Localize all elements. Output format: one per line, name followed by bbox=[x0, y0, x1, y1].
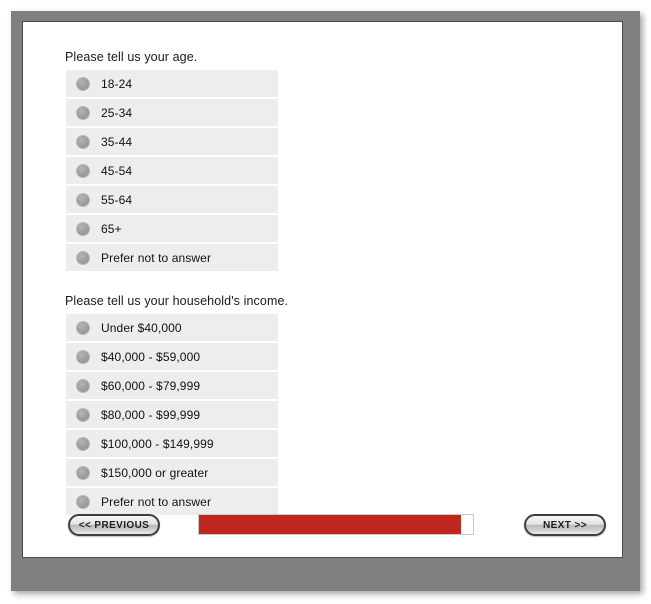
radio-unselected-icon[interactable] bbox=[76, 349, 90, 364]
options-list-age: 18-24 25-34 35-44 45-54 55-64 65+ Prefer not t… bbox=[66, 70, 278, 271]
radio-unselected-icon[interactable] bbox=[76, 250, 90, 265]
option-row[interactable]: 65+ bbox=[66, 215, 278, 242]
previous-button-label: << PREVIOUS bbox=[78, 519, 150, 531]
radio-unselected-icon[interactable] bbox=[76, 192, 90, 207]
previous-button[interactable]: << PREVIOUS bbox=[68, 514, 160, 536]
radio-unselected-icon[interactable] bbox=[76, 105, 90, 120]
option-label: $40,000 - $59,000 bbox=[101, 349, 201, 364]
progress-bar-fill bbox=[199, 515, 463, 534]
option-label: 45-54 bbox=[101, 163, 133, 178]
question-block-age: Please tell us your age. 18-24 25-34 35-44… bbox=[23, 50, 622, 273]
radio-unselected-icon[interactable] bbox=[76, 378, 90, 393]
option-row[interactable]: 45-54 bbox=[66, 157, 278, 184]
option-row[interactable]: $100,000 - $149,999 bbox=[66, 430, 278, 457]
option-label: $100,000 - $149,999 bbox=[101, 436, 214, 451]
question-title-income: Please tell us your household's income. bbox=[65, 294, 289, 308]
options-list-income: Under $40,000 $40,000 - $59,000 $60,000 - … bbox=[66, 314, 278, 515]
question-title-age: Please tell us your age. bbox=[65, 50, 198, 64]
option-label: 18-24 bbox=[101, 76, 133, 91]
option-row[interactable]: 55-64 bbox=[66, 186, 278, 213]
option-row[interactable]: 35-44 bbox=[66, 128, 278, 155]
survey-content-panel: Please tell us your age. 18-24 25-34 35-44… bbox=[22, 21, 623, 558]
next-button-label: NEXT >> bbox=[543, 519, 587, 531]
question-block-income: Please tell us your household's income. … bbox=[23, 294, 622, 517]
option-label: Prefer not to answer bbox=[101, 250, 212, 265]
option-label: 55-64 bbox=[101, 192, 133, 207]
option-label: $60,000 - $79,999 bbox=[101, 378, 201, 393]
progress-bar bbox=[198, 514, 474, 535]
window-frame: Please tell us your age. 18-24 25-34 35-44… bbox=[11, 11, 640, 591]
option-row[interactable]: Prefer not to answer bbox=[66, 244, 278, 271]
radio-unselected-icon[interactable] bbox=[76, 134, 90, 149]
option-row[interactable]: $150,000 or greater bbox=[66, 459, 278, 486]
radio-unselected-icon[interactable] bbox=[76, 465, 90, 480]
radio-unselected-icon[interactable] bbox=[76, 436, 90, 451]
radio-unselected-icon[interactable] bbox=[76, 320, 90, 335]
survey-footer: << PREVIOUS NEXT >> bbox=[23, 501, 622, 557]
option-label: 35-44 bbox=[101, 134, 133, 149]
option-label: $150,000 or greater bbox=[101, 465, 209, 480]
option-label: 25-34 bbox=[101, 105, 133, 120]
next-button[interactable]: NEXT >> bbox=[524, 514, 606, 536]
radio-unselected-icon[interactable] bbox=[76, 163, 90, 178]
option-row[interactable]: $60,000 - $79,999 bbox=[66, 372, 278, 399]
option-label: 65+ bbox=[101, 221, 122, 236]
option-row[interactable]: $40,000 - $59,000 bbox=[66, 343, 278, 370]
survey-body: Please tell us your age. 18-24 25-34 35-44… bbox=[23, 22, 622, 557]
option-row[interactable]: 25-34 bbox=[66, 99, 278, 126]
option-row[interactable]: Under $40,000 bbox=[66, 314, 278, 341]
option-label: $80,000 - $99,999 bbox=[101, 407, 201, 422]
option-label: Under $40,000 bbox=[101, 320, 182, 335]
radio-unselected-icon[interactable] bbox=[76, 76, 90, 91]
radio-unselected-icon[interactable] bbox=[76, 221, 90, 236]
option-row[interactable]: 18-24 bbox=[66, 70, 278, 97]
radio-unselected-icon[interactable] bbox=[76, 407, 90, 422]
option-row[interactable]: $80,000 - $99,999 bbox=[66, 401, 278, 428]
